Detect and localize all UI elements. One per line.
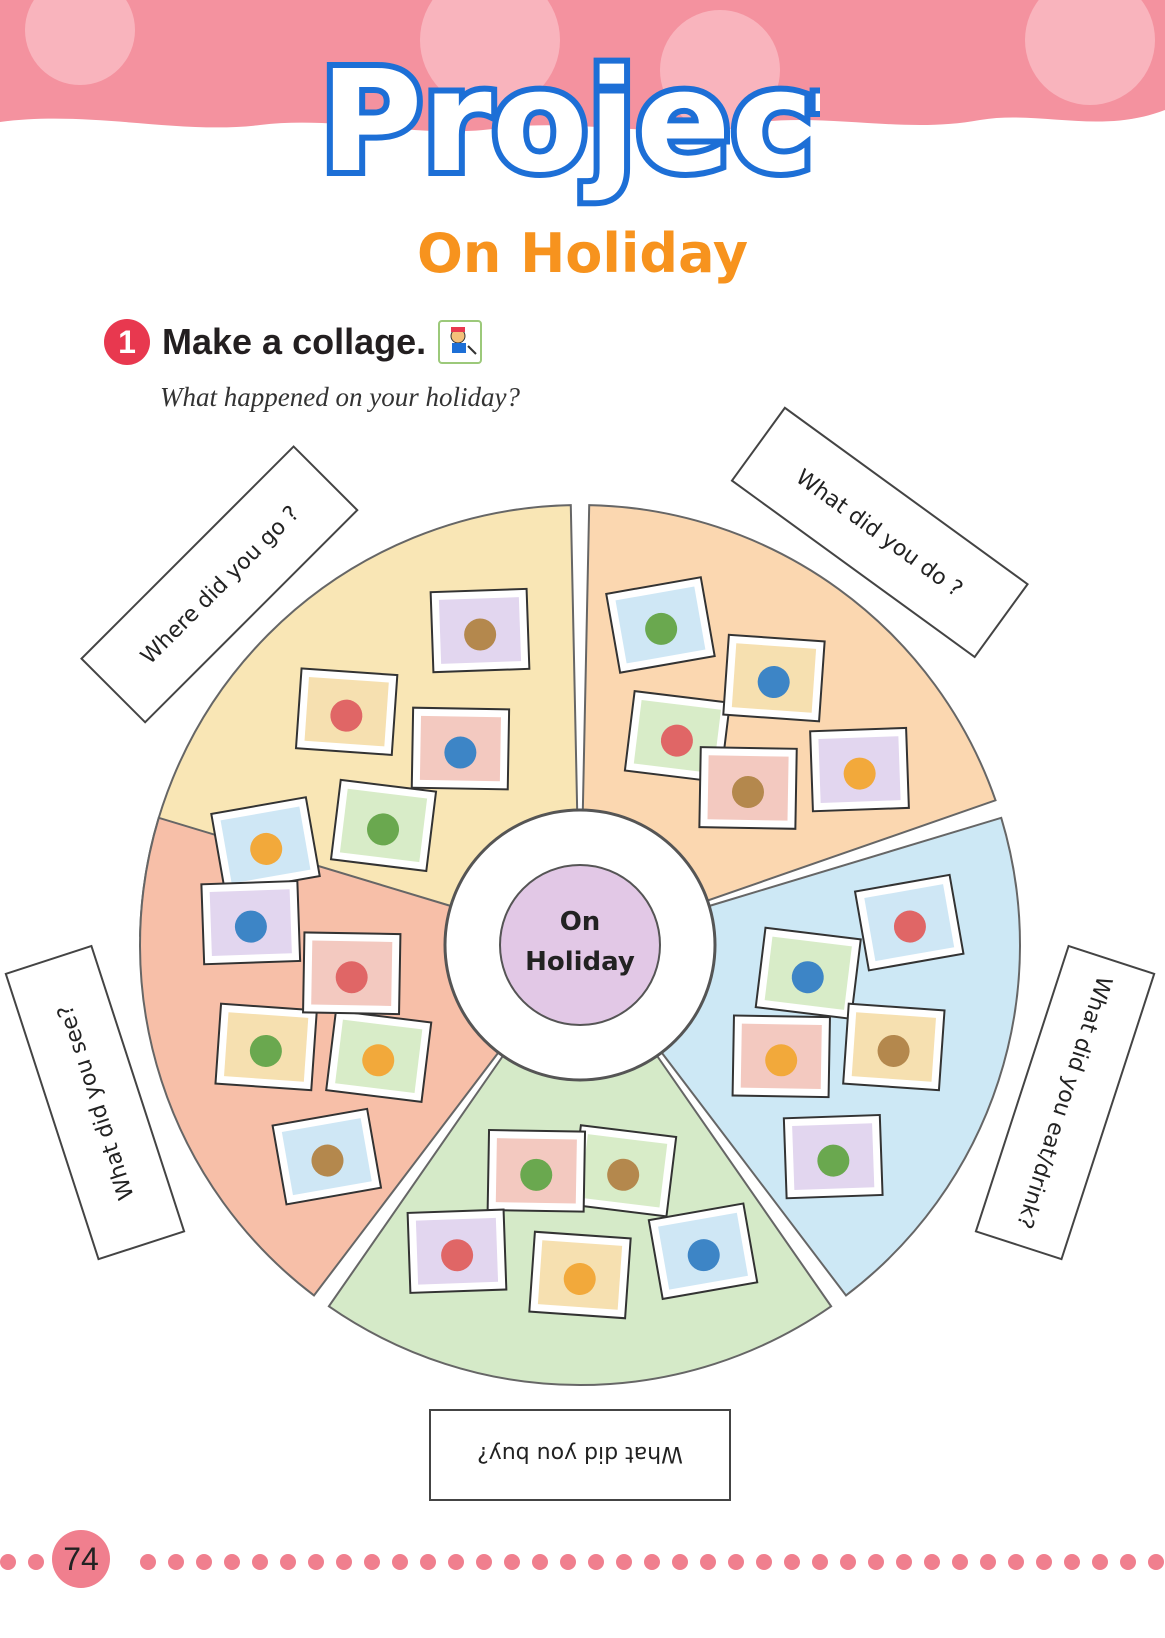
center-label-line1: On <box>560 907 601 937</box>
picture-card <box>486 1128 587 1213</box>
picture-card <box>410 706 511 791</box>
footer-dot <box>616 1554 632 1570</box>
picture-card <box>406 1208 508 1294</box>
picture-card <box>853 873 965 972</box>
footer-dot <box>672 1554 688 1570</box>
collage-wheel: Where did you go ? What did you do ?What … <box>4 406 1156 1501</box>
footer-dots <box>0 1554 1164 1570</box>
picture-card <box>731 1014 831 1099</box>
picture-card <box>722 633 826 723</box>
footer-dot <box>168 1554 184 1570</box>
footer-dot <box>336 1554 352 1570</box>
footer-dot <box>560 1554 576 1570</box>
footer-dot <box>952 1554 968 1570</box>
footer-dot <box>756 1554 772 1570</box>
footer-dot <box>140 1554 156 1570</box>
footer-dot <box>924 1554 940 1570</box>
picture-card <box>302 931 402 1016</box>
footer-dot <box>896 1554 912 1570</box>
footer-dot <box>224 1554 240 1570</box>
footer-dot <box>280 1554 296 1570</box>
footer-dot <box>1148 1554 1164 1570</box>
picture-card <box>429 587 531 674</box>
footer-dot <box>784 1554 800 1570</box>
footer-dot <box>1036 1554 1052 1570</box>
picture-card <box>782 1113 884 1200</box>
footer-dot <box>812 1554 828 1570</box>
footer-dot <box>644 1554 660 1570</box>
question-tab-label-4: What did you buy? <box>477 1441 683 1466</box>
footer-dot <box>252 1554 268 1570</box>
footer-dot <box>700 1554 716 1570</box>
footer-dot <box>1092 1554 1108 1570</box>
page-number: 74 <box>52 1530 110 1588</box>
picture-card <box>528 1230 632 1320</box>
picture-card <box>647 1202 759 1301</box>
footer-dot <box>1008 1554 1024 1570</box>
footer-dot <box>728 1554 744 1570</box>
picture-card <box>294 667 399 756</box>
footer-dot <box>0 1554 16 1570</box>
footer-dot <box>588 1554 604 1570</box>
picture-card <box>200 879 302 966</box>
picture-card <box>809 726 910 813</box>
question-tab-4: What did you buy? <box>429 1409 731 1501</box>
footer-dot <box>28 1554 44 1570</box>
footer-dot <box>476 1554 492 1570</box>
picture-card <box>271 1107 383 1206</box>
footer-dot <box>308 1554 324 1570</box>
footer-dot <box>840 1554 856 1570</box>
picture-card <box>329 778 438 873</box>
picture-card <box>754 926 862 1020</box>
footer-dot <box>532 1554 548 1570</box>
footer-dot <box>504 1554 520 1570</box>
footer-dot <box>1120 1554 1136 1570</box>
center-circle <box>499 864 661 1026</box>
picture-card <box>570 1124 678 1218</box>
picture-card <box>605 576 716 674</box>
picture-card <box>698 746 798 830</box>
footer-dot <box>1064 1554 1080 1570</box>
picture-card <box>842 1002 946 1092</box>
center-label-line2: Holiday <box>525 947 635 977</box>
footer-dot <box>392 1554 408 1570</box>
footer-dot <box>364 1554 380 1570</box>
picture-card <box>325 1009 433 1103</box>
picture-card <box>214 1002 318 1092</box>
footer-dot <box>196 1554 212 1570</box>
footer-dot <box>868 1554 884 1570</box>
picture-card <box>210 796 321 894</box>
footer-dot <box>420 1554 436 1570</box>
footer-dot <box>980 1554 996 1570</box>
footer-dot <box>448 1554 464 1570</box>
